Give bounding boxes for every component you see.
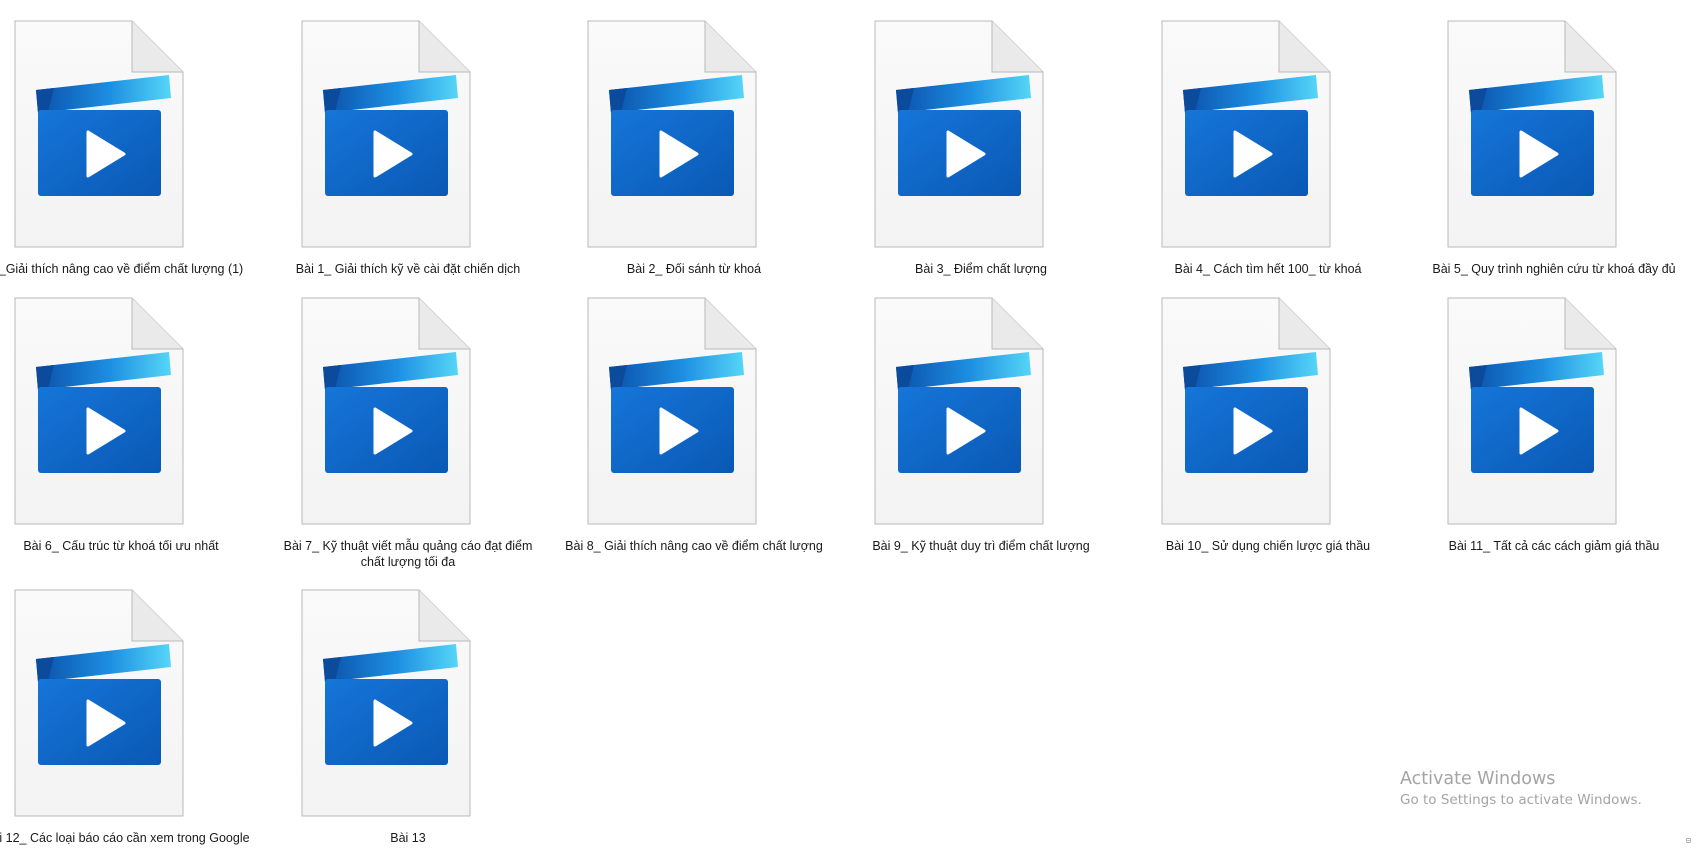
activate-windows-watermark: Activate Windows Go to Settings to activ… xyxy=(1400,768,1642,810)
watermark-title: Activate Windows xyxy=(1400,769,1556,789)
file-name: Bài 6_ Cấu trúc từ khoá tối ưu nhất xyxy=(23,539,219,553)
watermark-subtitle: Go to Settings to activate Windows. xyxy=(1400,792,1642,808)
video-file-icon xyxy=(874,20,1044,248)
file-name: Bài 3_ Điểm chất lượng xyxy=(915,262,1047,276)
file-name: Bài 2_ Đối sánh từ khoá xyxy=(626,262,762,276)
file-explorer-large-icons-view: _Giải thích nâng cao về điểm chất lượng … xyxy=(0,0,1706,848)
video-file-icon xyxy=(301,297,471,525)
video-file-icon xyxy=(14,297,184,525)
file-name: Bài 9_ Kỹ thuật duy trì điểm chất lượng xyxy=(872,539,1090,553)
file-name: Bài 11_ Tất cả các cách giảm giá thầu xyxy=(1448,539,1660,553)
video-file-icon xyxy=(874,297,1044,525)
video-file-icon xyxy=(1161,20,1331,248)
video-file-icon xyxy=(1161,297,1331,525)
video-file-icon xyxy=(14,589,184,817)
file-name: _Giải thích nâng cao về điểm chất lượng … xyxy=(0,262,244,276)
file-name: Bài 4_ Cách tìm hết 100_ từ khoá xyxy=(1174,262,1362,276)
file-name: Bài 7_ Kỹ thuật viết mẫu quảng cáo đạt đ… xyxy=(283,539,533,569)
video-file-icon xyxy=(587,20,757,248)
file-name: Bài 10_ Sử dụng chiến lược giá thầu xyxy=(1165,539,1371,553)
file-name: Bài 1_ Giải thích kỹ về cài đặt chiến dị… xyxy=(295,262,521,276)
video-file-icon xyxy=(1447,297,1617,525)
file-name: Bài 8_ Giải thích nâng cao về điểm chất … xyxy=(565,539,823,553)
video-file-icon xyxy=(301,20,471,248)
resize-grip-icon: ⊟ xyxy=(1686,836,1691,845)
file-name: Bài 5_ Quy trình nghiên cứu từ khoá đầy … xyxy=(1432,262,1676,276)
video-file-icon xyxy=(14,20,184,248)
file-name: ài 12_ Các loại báo cáo cần xem trong Go… xyxy=(0,831,250,845)
file-name: Bài 13 xyxy=(390,831,426,845)
video-file-icon xyxy=(301,589,471,817)
video-file-icon xyxy=(587,297,757,525)
video-file-icon xyxy=(1447,20,1617,248)
